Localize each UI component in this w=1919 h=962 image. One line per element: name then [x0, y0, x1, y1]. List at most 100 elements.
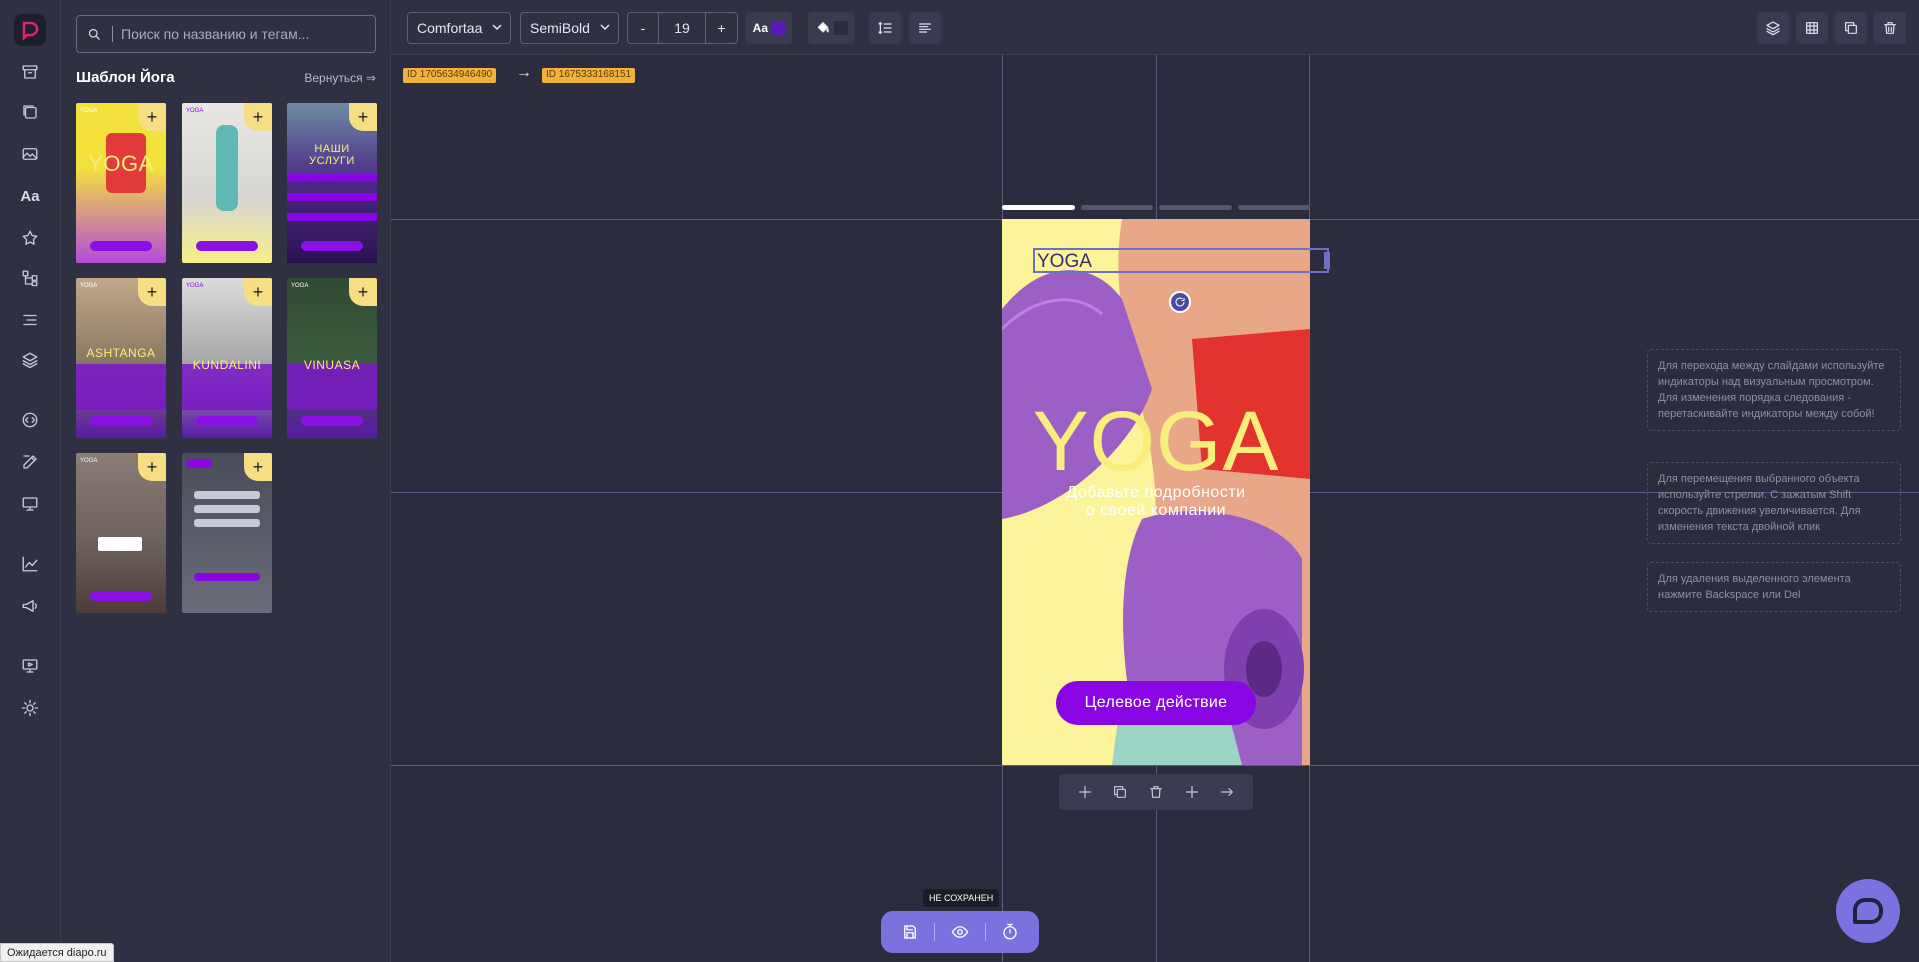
layers-icon[interactable] [18, 348, 42, 372]
script-icon[interactable] [18, 408, 42, 432]
transparency-button[interactable] [1796, 12, 1828, 44]
rotate-handle[interactable] [1169, 291, 1191, 313]
delete-slide-button[interactable] [1144, 780, 1168, 804]
stopwatch-icon [1003, 923, 1017, 940]
panel-title: Шаблон Йога [76, 69, 175, 86]
template-thumb[interactable]: + [182, 453, 272, 613]
slide-subtitle[interactable]: Добавьте подробности о своей компании [1002, 484, 1310, 520]
thumb-label: KUNDALINI [192, 358, 262, 372]
thumb-field [194, 519, 260, 527]
add-template-button[interactable]: + [138, 453, 166, 481]
target-id-badge: ID 1675333168151 [542, 68, 636, 83]
presentation-icon[interactable] [18, 654, 42, 678]
fill-color-button[interactable] [808, 12, 854, 44]
add-template-button[interactable]: + [138, 103, 166, 131]
slide-indicator[interactable] [1080, 205, 1153, 210]
eye-icon [951, 926, 969, 938]
hierarchy-icon[interactable] [18, 266, 42, 290]
slide-indicator[interactable] [1237, 205, 1310, 210]
thumb-stripe [287, 213, 377, 221]
thumb-label: VINUASA [303, 358, 361, 372]
search-box[interactable] [76, 15, 376, 53]
template-thumb[interactable]: YOGA + [76, 453, 166, 613]
slide-indicators [1002, 205, 1310, 210]
edit-icon[interactable] [18, 450, 42, 474]
chat-icon [1853, 898, 1883, 924]
insert-slide-button[interactable] [1180, 780, 1204, 804]
layers-button[interactable] [1757, 12, 1789, 44]
top-toolbar: Comfortaa SemiBold - 19 + Aa [391, 0, 1919, 55]
copy-slide-button[interactable] [1108, 780, 1132, 804]
thumb-badge: YOGA [291, 283, 309, 289]
font-size-decrease-button[interactable]: - [627, 12, 659, 44]
save-button[interactable] [897, 919, 923, 945]
chat-button[interactable] [1836, 879, 1900, 943]
list-icon[interactable] [18, 308, 42, 332]
thumb-figure [216, 125, 238, 211]
thumb-buttons [98, 537, 142, 551]
divider [984, 923, 986, 941]
search-input[interactable] [121, 26, 351, 42]
not-saved-badge: НЕ СОХРАНЕН [923, 889, 1000, 907]
add-template-button[interactable]: + [349, 103, 377, 131]
analytics-icon[interactable] [18, 552, 42, 576]
add-template-button[interactable]: + [349, 278, 377, 306]
thumb-cta [90, 241, 152, 251]
add-slide-button[interactable] [1073, 780, 1097, 804]
thumb-cta [90, 416, 152, 426]
monitor-icon[interactable] [18, 492, 42, 516]
preview-button[interactable] [947, 919, 973, 945]
thumb-band [76, 364, 166, 410]
add-template-button[interactable]: + [138, 278, 166, 306]
template-thumb[interactable]: YOGA ASHTANGA + [76, 278, 166, 438]
subtitle-line: о своей компании [1085, 502, 1227, 519]
templates-panel: Шаблон Йога Вернуться ⇒ YOGA YOGA + YOGA… [61, 0, 391, 962]
font-family-select[interactable]: Comfortaa [407, 12, 511, 44]
duplicate-button[interactable] [1835, 12, 1867, 44]
slide-title[interactable]: YOGA [1002, 393, 1310, 490]
font-size-input[interactable]: 19 [658, 12, 706, 44]
slide-indicator[interactable] [1002, 205, 1075, 210]
template-thumb[interactable]: НАШИ УСЛУГИ + [287, 103, 377, 263]
add-template-button[interactable]: + [244, 453, 272, 481]
text-color-button[interactable]: Aa [746, 12, 792, 44]
next-slide-button[interactable] [1215, 780, 1239, 804]
megaphone-icon[interactable] [18, 594, 42, 618]
thumb-cta [196, 241, 258, 251]
text-align-button[interactable] [909, 12, 941, 44]
thumb-badge: YOGA [80, 283, 98, 289]
theme-icon[interactable] [18, 696, 42, 720]
star-icon[interactable] [18, 226, 42, 250]
thumb-field [194, 505, 260, 513]
template-thumb[interactable]: YOGA VINUASA + [287, 278, 377, 438]
timer-button[interactable] [997, 919, 1023, 945]
archive-icon[interactable] [18, 60, 42, 84]
back-link[interactable]: Вернуться ⇒ [304, 71, 376, 85]
trash-icon [1150, 786, 1162, 798]
thumb-stripe [287, 173, 377, 181]
line-spacing-button[interactable] [869, 12, 901, 44]
search-divider [112, 26, 113, 42]
add-template-button[interactable]: + [244, 278, 272, 306]
plus-icon [1185, 786, 1198, 798]
delete-button[interactable] [1874, 12, 1906, 44]
slide-preview[interactable]: YOGA Добавьте подробности о своей компан… [1002, 219, 1310, 765]
images-icon[interactable] [18, 100, 42, 124]
template-thumb[interactable]: YOGA + [182, 103, 272, 263]
add-template-button[interactable]: + [244, 103, 272, 131]
copy-icon [1114, 786, 1127, 798]
logo-icon[interactable] [14, 14, 46, 46]
resize-handle[interactable] [1324, 252, 1330, 269]
slide-cta-button[interactable]: Целевое действие [1056, 681, 1256, 725]
slide-indicator[interactable] [1159, 205, 1232, 210]
text-icon[interactable]: Aa [18, 184, 42, 208]
thumb-cta [301, 241, 363, 251]
template-thumb[interactable]: YOGA YOGA + [76, 103, 166, 263]
gallery-icon[interactable] [18, 142, 42, 166]
font-size-increase-button[interactable]: + [705, 12, 738, 44]
selected-text-element[interactable]: YOGA [1033, 248, 1330, 273]
divider [934, 923, 936, 941]
template-thumb[interactable]: YOGA KUNDALINI + [182, 278, 272, 438]
font-weight-select[interactable]: SemiBold [520, 12, 619, 44]
thumb-cta [196, 416, 258, 426]
